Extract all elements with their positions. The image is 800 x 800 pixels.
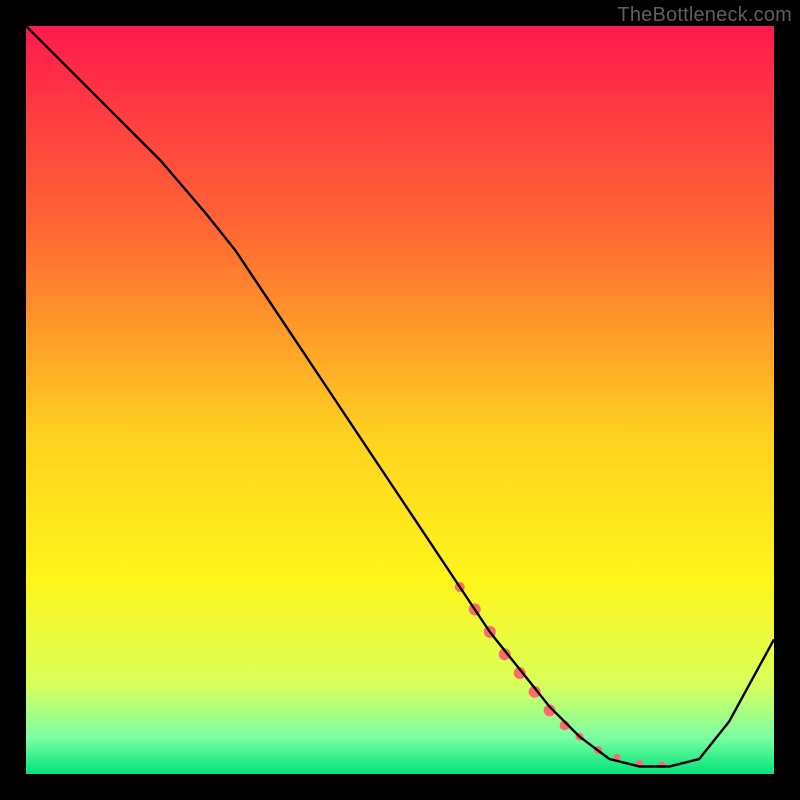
chart-stage: TheBottleneck.com (0, 0, 800, 800)
attribution-text: TheBottleneck.com (617, 4, 792, 27)
chart-svg (26, 26, 774, 774)
chart-plot (26, 26, 774, 774)
